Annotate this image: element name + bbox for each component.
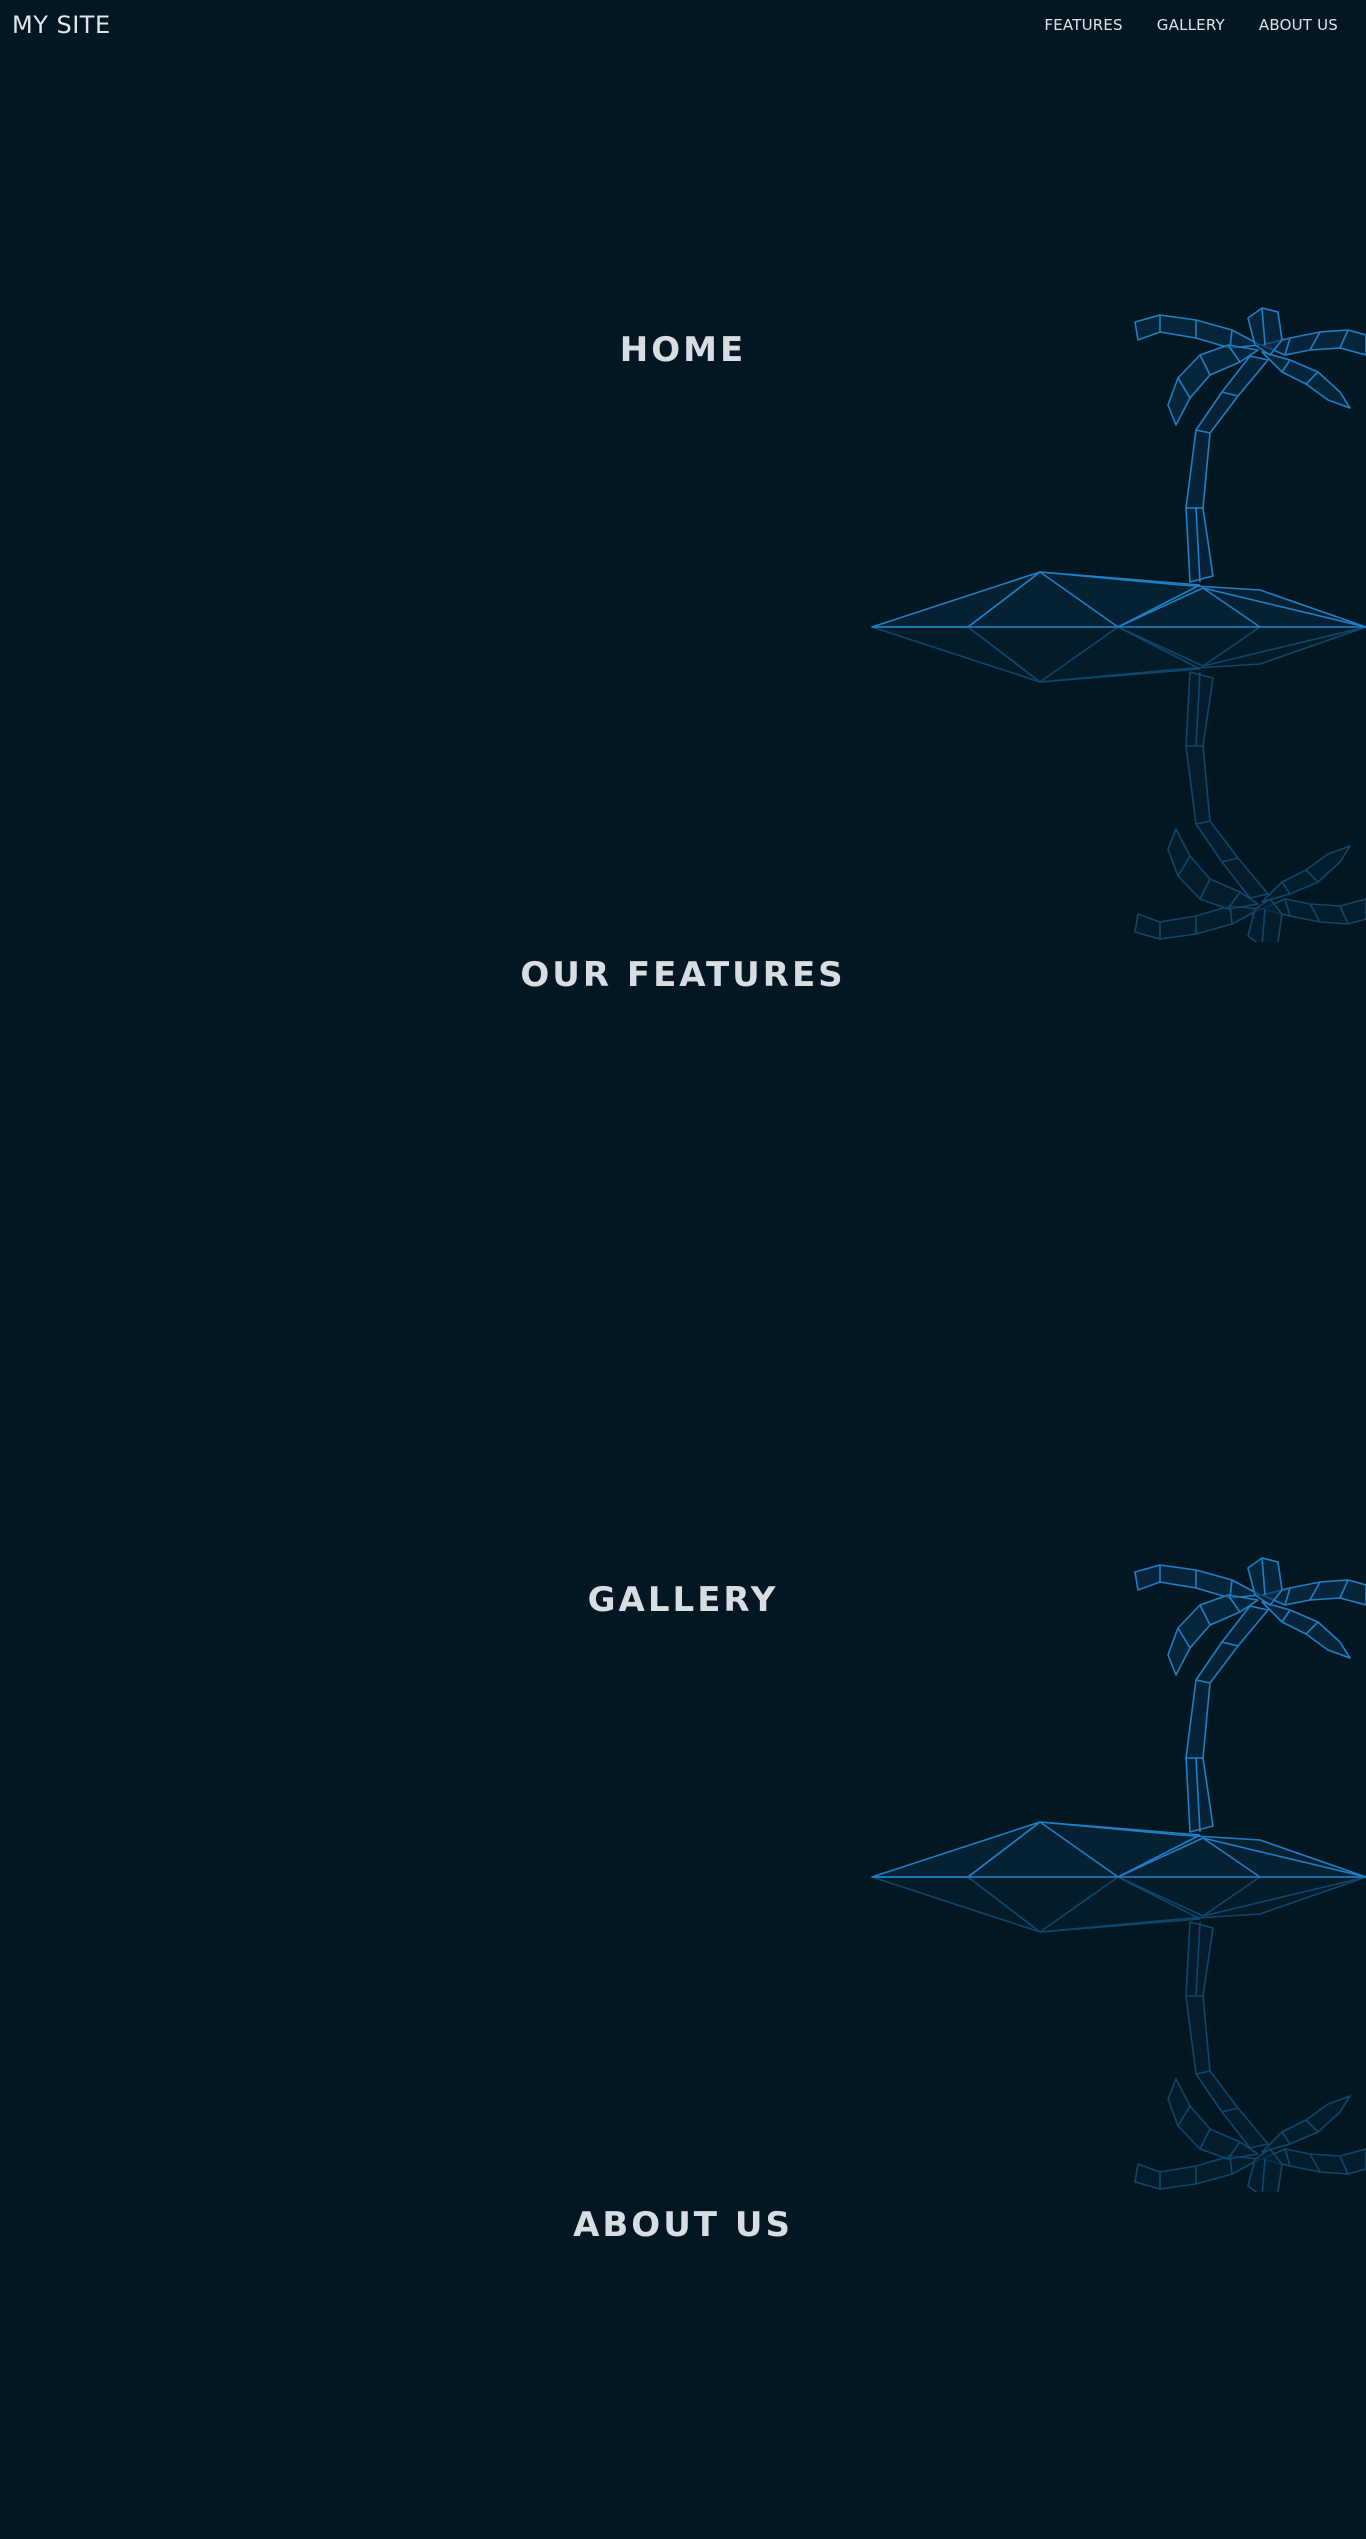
island-illustration-gallery bbox=[860, 1552, 1366, 2192]
site-brand-link[interactable]: MY SITE bbox=[12, 11, 111, 39]
nav-link-features[interactable]: FEATURES bbox=[1044, 16, 1122, 34]
palm-island-icon bbox=[860, 307, 1366, 942]
island-illustration-home bbox=[860, 302, 1366, 942]
palm-island-icon bbox=[860, 1557, 1366, 2192]
section-title-features: OUR FEATURES bbox=[520, 955, 846, 995]
island-reflection bbox=[871, 1876, 1366, 2192]
nav-links: FEATURES GALLERY ABOUT US bbox=[1044, 16, 1338, 34]
section-title-about: ABOUT US bbox=[573, 2205, 793, 2245]
page: MY SITE FEATURES GALLERY ABOUT US HOME O… bbox=[0, 0, 1366, 2539]
navbar: MY SITE FEATURES GALLERY ABOUT US bbox=[0, 0, 1366, 50]
island-reflection bbox=[871, 626, 1366, 942]
nav-link-about-us[interactable]: ABOUT US bbox=[1259, 16, 1338, 34]
nav-link-gallery[interactable]: GALLERY bbox=[1157, 16, 1225, 34]
